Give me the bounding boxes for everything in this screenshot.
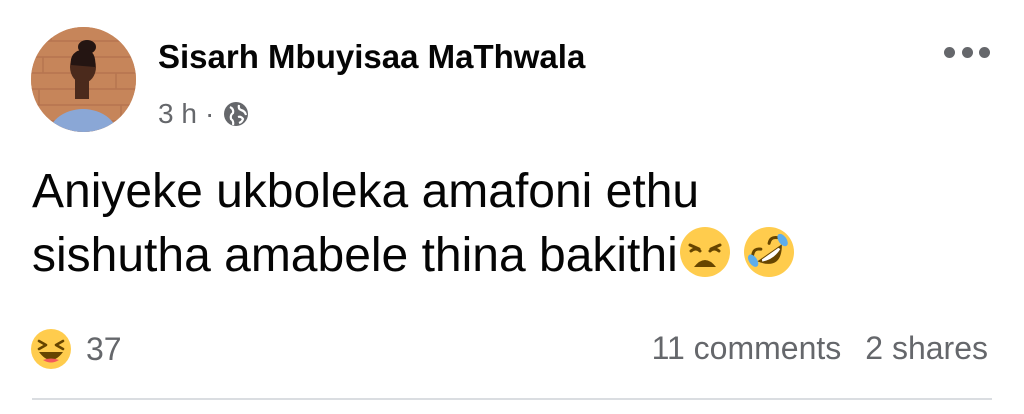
shares-count[interactable]: 2 shares (865, 330, 988, 367)
comments-count[interactable]: 11 comments (652, 330, 842, 367)
post-text-line-1: Aniyeke ukboleka amafoni ethu (32, 165, 700, 218)
reactions-summary[interactable]: 37 (30, 328, 122, 370)
author-name[interactable]: Sisarh Mbuyisaa MaThwala (158, 38, 585, 76)
more-dot (961, 46, 973, 58)
post-time[interactable]: 3 h (158, 98, 197, 130)
meta-separator: · (204, 98, 215, 129)
rolling-on-floor-laughing-emoji-icon (743, 227, 794, 277)
profile-photo (31, 27, 136, 132)
more-dot (979, 46, 990, 58)
avatar[interactable] (31, 27, 136, 132)
post-text-line-2: sishutha amabele thina bakithi (32, 229, 678, 282)
reaction-count: 37 (86, 330, 122, 367)
weary-face-emoji-icon (679, 227, 730, 277)
haha-reaction-icon (31, 329, 71, 369)
globe-icon[interactable] (222, 100, 250, 128)
post-text-line-2-wrap: sishutha amabele thina bakithi (32, 224, 992, 288)
more-dot (944, 46, 955, 58)
post-text: Aniyeke ukboleka amafoni ethu sishutha a… (32, 160, 992, 288)
post-stats: 11 comments 2 shares (652, 330, 988, 367)
more-options-icon[interactable] (944, 40, 990, 64)
divider (32, 398, 992, 400)
post-meta: 3 h · (158, 98, 250, 130)
